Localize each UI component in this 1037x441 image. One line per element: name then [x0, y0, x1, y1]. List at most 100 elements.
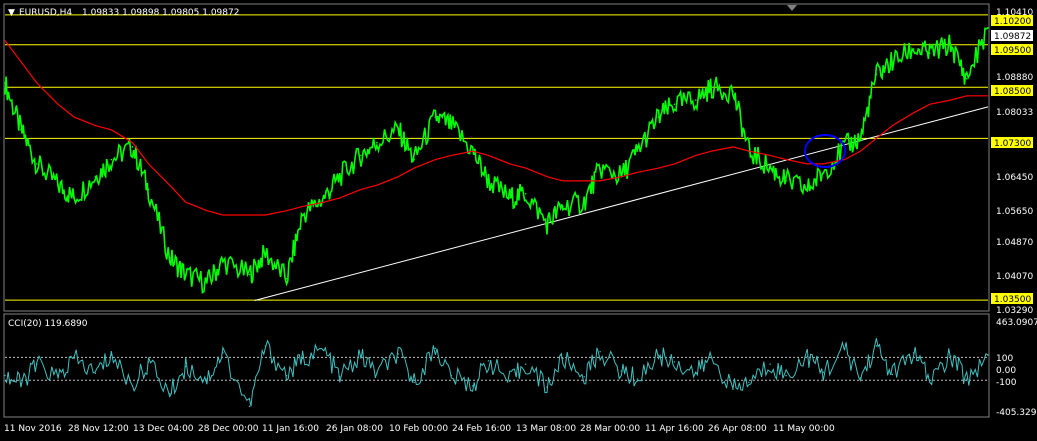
cci-label: CCI(20) 119.6890 — [8, 319, 88, 329]
price-point — [732, 90, 734, 93]
price-point — [950, 43, 952, 46]
price-point — [928, 52, 931, 55]
cci-point — [748, 381, 750, 384]
cci-point — [434, 347, 437, 349]
cci-axis-label: 0.00 — [996, 366, 1016, 376]
price-point — [694, 99, 697, 101]
price-point — [583, 201, 585, 203]
cci-point — [131, 385, 134, 387]
price-axis-label: 1.08033 — [996, 108, 1033, 118]
cci-axis-label: 463.0907 — [996, 318, 1037, 328]
price-point — [987, 26, 989, 29]
chart-window[interactable]: ▼ EURUSD,H4 1.09833 1.09898 1.09805 1.09… — [0, 0, 1037, 441]
cci-axis-label: 100 — [996, 354, 1013, 364]
cci-point — [509, 380, 511, 383]
price-point — [264, 252, 267, 255]
cci-point — [360, 355, 362, 357]
cci-point — [859, 377, 862, 379]
price-point — [285, 277, 288, 280]
cci-point — [264, 345, 267, 347]
cci-axis-label: -405.3295 — [996, 408, 1037, 418]
price-point — [562, 205, 564, 208]
cci-point — [806, 355, 809, 357]
cci-point — [248, 405, 251, 408]
price-point — [673, 103, 676, 106]
price-point — [57, 184, 59, 186]
time-axis: 11 Nov 2016 28 Nov 12:00 13 Dec 04:00 28… — [4, 424, 835, 434]
cci-point — [525, 363, 527, 365]
level-tag: 1.07300 — [994, 139, 1031, 149]
level-tag: 1.08500 — [994, 87, 1031, 97]
cci-point — [184, 365, 187, 368]
price-point — [434, 116, 437, 118]
header-menu-arrow[interactable]: ▼ — [8, 8, 15, 18]
cci-point — [323, 349, 325, 352]
price-point — [599, 167, 601, 169]
cci-point — [912, 352, 915, 354]
price-point — [248, 273, 251, 276]
cci-point — [57, 377, 59, 379]
time-axis-label: 11 Jan 16:00 — [262, 424, 319, 434]
price-point — [859, 137, 862, 140]
cci-point — [843, 348, 846, 351]
price-point — [965, 77, 968, 80]
cci-point — [471, 385, 474, 387]
price-point — [912, 48, 915, 50]
cci-point — [36, 363, 38, 365]
price-point — [206, 282, 208, 284]
cci-point — [599, 350, 601, 353]
cci-point — [397, 353, 399, 355]
price-point — [184, 273, 187, 276]
cci-point — [875, 345, 878, 347]
cci-point — [822, 371, 824, 373]
price-point — [73, 197, 75, 199]
price-point — [875, 73, 878, 76]
cci-point — [583, 376, 585, 378]
cci-point — [301, 357, 304, 360]
current-price-tag: 1.09872 — [994, 32, 1031, 42]
price-point — [94, 175, 97, 178]
price-point — [222, 260, 224, 263]
price-point — [413, 158, 415, 161]
time-axis-label: 28 Nov 12:00 — [68, 424, 129, 434]
cci-point — [657, 354, 660, 356]
cci-point — [487, 360, 490, 362]
cci-point — [950, 355, 952, 357]
price-point — [891, 60, 894, 63]
price-point — [806, 188, 809, 191]
price-point — [360, 154, 362, 157]
cci-point — [928, 379, 931, 381]
cci-point — [636, 378, 639, 380]
time-axis-label: 11 Nov 2016 — [4, 424, 62, 434]
cci-point — [206, 378, 208, 380]
price-point — [546, 222, 548, 225]
price-point — [710, 86, 713, 89]
price-point — [450, 124, 453, 127]
cci-point — [546, 386, 548, 388]
price-point — [131, 146, 134, 148]
cci-point — [673, 361, 676, 363]
price-point — [397, 129, 400, 131]
price-axis-label: 1.08880 — [996, 73, 1033, 83]
ohlc-values: 1.09833 1.09898 1.09805 1.09872 — [82, 8, 239, 18]
cci-point — [695, 372, 697, 375]
price-point — [301, 214, 304, 216]
time-axis-label: 13 Mar 08:00 — [516, 424, 576, 434]
time-axis-label: 24 Feb 16:00 — [452, 424, 511, 434]
price-point — [147, 188, 150, 191]
price-point — [168, 256, 171, 259]
cci-point — [732, 388, 734, 391]
cci-point — [147, 361, 150, 363]
price-axis-label: 1.04870 — [996, 238, 1033, 248]
chart-canvas[interactable]: ▼ EURUSD,H4 1.09833 1.09898 1.09805 1.09… — [0, 0, 1037, 441]
cci-point — [94, 372, 97, 375]
price-point — [376, 141, 378, 144]
price-point — [487, 180, 490, 182]
price-axis-label: 1.04070 — [996, 272, 1033, 282]
cci-point — [785, 374, 787, 377]
level-tag: 1.03500 — [994, 295, 1031, 305]
cci-point — [620, 370, 623, 372]
cci-point — [450, 374, 453, 377]
time-axis-label: 11 Apr 16:00 — [645, 424, 704, 434]
price-point — [785, 180, 787, 182]
